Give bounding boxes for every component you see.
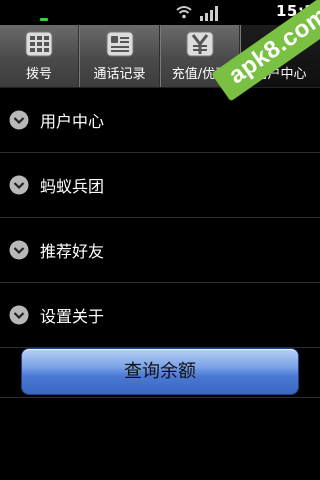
tab-label: 通话记录 bbox=[93, 67, 146, 82]
divider bbox=[0, 397, 320, 398]
keypad-icon bbox=[25, 31, 53, 57]
chevron-down-icon bbox=[9, 175, 29, 195]
chevron-down-icon bbox=[9, 110, 29, 130]
query-balance-button[interactable]: 查询余额 bbox=[21, 348, 299, 395]
tab-dialer[interactable]: 拨号 bbox=[0, 25, 79, 87]
menu-list: 用户中心 蚂蚁兵团 推荐好友 设置关于 bbox=[0, 88, 320, 348]
menu-item-label: 用户中心 bbox=[40, 112, 105, 131]
menu-item-settings-about[interactable]: 设置关于 bbox=[0, 283, 320, 348]
signal-icon bbox=[200, 6, 218, 21]
tab-label: 拨号 bbox=[25, 67, 52, 82]
menu-item-label: 设置关于 bbox=[40, 307, 105, 326]
notification-icon bbox=[40, 18, 48, 21]
menu-item-recommend-friends[interactable]: 推荐好友 bbox=[0, 218, 320, 283]
menu-item-label: 推荐好友 bbox=[40, 242, 105, 261]
chevron-down-icon bbox=[9, 305, 29, 325]
chevron-down-icon bbox=[9, 240, 29, 260]
tab-call-log[interactable]: 通话记录 bbox=[79, 25, 160, 87]
wifi-icon bbox=[176, 6, 192, 19]
call-log-icon bbox=[106, 31, 133, 57]
menu-item-ant-army[interactable]: 蚂蚁兵团 bbox=[0, 153, 320, 218]
menu-item-label: 蚂蚁兵团 bbox=[40, 177, 105, 196]
